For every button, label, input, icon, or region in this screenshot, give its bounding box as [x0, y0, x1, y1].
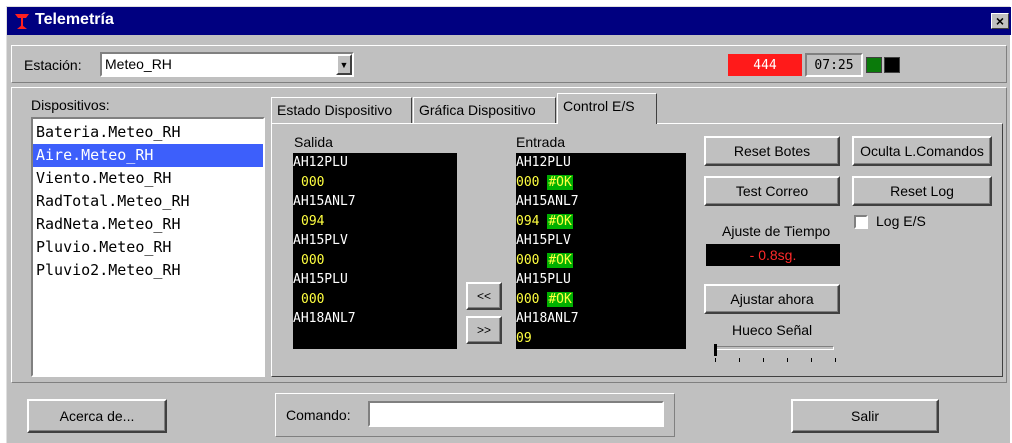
- devices-label: Dispositivos:: [31, 97, 110, 113]
- reset-log-button[interactable]: Reset Log: [852, 176, 992, 206]
- status-led-black: [884, 57, 900, 73]
- slider-tick: [835, 358, 836, 362]
- tab-control-es[interactable]: Control E/S: [557, 93, 657, 124]
- ajuste-tiempo-label: Ajuste de Tiempo: [722, 223, 831, 239]
- ok-badge: #OK: [547, 291, 573, 307]
- device-item[interactable]: Pluvio2.Meteo_RH: [33, 259, 263, 282]
- salida-channel-name[interactable]: AH15ANL7: [293, 192, 457, 212]
- entrada-channel-row: 09: [516, 329, 686, 349]
- chevron-down-icon[interactable]: ▼: [336, 54, 352, 75]
- device-item[interactable]: RadTotal.Meteo_RH: [33, 190, 263, 213]
- entrada-channel-name[interactable]: AH18ANL7: [516, 309, 686, 329]
- control-es-page: Salida AH12PLU 000 AH15ANL7 094 AH15PLV 000 AH…: [271, 123, 1003, 377]
- salida-channel-value: 000: [301, 174, 325, 190]
- entrada-channel-row: 000 #OK: [516, 173, 686, 193]
- salir-button[interactable]: Salir: [791, 399, 939, 433]
- salida-channel-name[interactable]: AH15PLV: [293, 231, 457, 251]
- ok-badge: #OK: [547, 213, 573, 229]
- log-es-label: Log E/S: [876, 213, 926, 229]
- slider-tick: [811, 358, 812, 362]
- slider-track: [714, 346, 834, 350]
- device-item[interactable]: Viento.Meteo_RH: [33, 167, 263, 190]
- ok-badge: #OK: [547, 252, 573, 268]
- device-item[interactable]: Aire.Meteo_RH: [33, 144, 263, 167]
- command-panel: Comando:: [275, 393, 675, 437]
- acerca-de-button[interactable]: Acerca de...: [27, 399, 167, 433]
- log-es-checkbox[interactable]: [854, 215, 868, 229]
- oculta-comandos-button[interactable]: Oculta L.Comandos: [852, 136, 992, 166]
- salida-label: Salida: [294, 134, 333, 150]
- move-left-button[interactable]: <<: [466, 282, 502, 310]
- ajustar-ahora-button[interactable]: Ajustar ahora: [704, 284, 840, 314]
- salida-channel-value: 000: [301, 291, 325, 307]
- entrada-channel-name[interactable]: AH12PLU: [516, 153, 686, 173]
- move-right-button[interactable]: >>: [466, 316, 502, 344]
- test-correo-button[interactable]: Test Correo: [704, 176, 840, 206]
- ok-badge: #OK: [547, 174, 573, 190]
- devices-list[interactable]: Bateria.Meteo_RH Aire.Meteo_RH Viento.Mete…: [31, 117, 265, 377]
- entrada-channel-row: 000 #OK: [516, 290, 686, 310]
- salida-channel-name[interactable]: AH15PLU: [293, 270, 457, 290]
- salida-channel-name[interactable]: AH12PLU: [293, 153, 457, 173]
- close-button[interactable]: ×: [991, 13, 1009, 29]
- tab-estado-dispositivo[interactable]: Estado Dispositivo: [271, 97, 412, 123]
- device-item[interactable]: Pluvio.Meteo_RH: [33, 236, 263, 259]
- signal-counter: 444: [728, 54, 802, 76]
- window-title: Telemetría: [35, 11, 114, 28]
- command-label: Comando:: [286, 407, 351, 423]
- entrada-channel-value: 000: [516, 174, 540, 190]
- entrada-channel-value: 000: [516, 291, 540, 307]
- slider-tick: [739, 358, 740, 362]
- entrada-channel-value: 09: [516, 330, 532, 346]
- slider-tick: [763, 358, 764, 362]
- tab-label: Estado Dispositivo: [277, 102, 393, 118]
- entrada-list[interactable]: AH12PLU 000 #OK AH15ANL7 094 #OK AH15PLV 000 …: [516, 153, 686, 349]
- entrada-channel-name[interactable]: AH15PLU: [516, 270, 686, 290]
- entrada-channel-value: 000: [516, 252, 540, 268]
- salida-channel-value: 094: [301, 213, 325, 229]
- tab-label: Control E/S: [563, 98, 635, 114]
- station-panel: Estación: Meteo_RH ▼ 444 07:25: [11, 45, 1007, 83]
- entrada-channel-name[interactable]: AH15ANL7: [516, 192, 686, 212]
- entrada-channel-row: 000 #OK: [516, 251, 686, 271]
- salida-channel-name[interactable]: AH18ANL7: [293, 309, 457, 329]
- reset-botes-button[interactable]: Reset Botes: [704, 136, 840, 166]
- salida-channel-value: 000: [301, 252, 325, 268]
- hueco-senal-slider[interactable]: [712, 342, 838, 366]
- entrada-channel-name[interactable]: AH15PLV: [516, 231, 686, 251]
- station-combo[interactable]: Meteo_RH ▼: [100, 52, 354, 77]
- status-led-green: [866, 57, 882, 73]
- command-input[interactable]: [368, 401, 664, 427]
- title-bar[interactable]: Telemetría ×: [7, 7, 1011, 35]
- entrada-channel-value: 094: [516, 213, 540, 229]
- slider-tick: [787, 358, 788, 362]
- clock-display: 07:25: [805, 53, 863, 77]
- telemetria-window: Telemetría × Estación: Meteo_RH ▼ 444 07…: [6, 6, 1011, 443]
- salida-list[interactable]: AH12PLU 000 AH15ANL7 094 AH15PLV 000 AH15PLU 00…: [293, 153, 457, 349]
- device-item[interactable]: RadNeta.Meteo_RH: [33, 213, 263, 236]
- device-item[interactable]: Bateria.Meteo_RH: [33, 121, 263, 144]
- app-icon: [15, 14, 29, 29]
- station-value: Meteo_RH: [105, 56, 172, 72]
- entrada-label: Entrada: [516, 134, 566, 150]
- tab-label: Gráfica Dispositivo: [419, 102, 536, 118]
- hueco-senal-label: Hueco Señal: [732, 322, 813, 338]
- ajuste-tiempo-value: - 0.8sg.: [706, 244, 840, 266]
- tab-grafica-dispositivo[interactable]: Gráfica Dispositivo: [413, 97, 556, 123]
- clock-time: 07:25: [814, 57, 854, 73]
- station-label: Estación:: [24, 57, 82, 73]
- slider-tick: [715, 358, 716, 362]
- slider-thumb[interactable]: [714, 344, 717, 356]
- entrada-channel-row: 094 #OK: [516, 212, 686, 232]
